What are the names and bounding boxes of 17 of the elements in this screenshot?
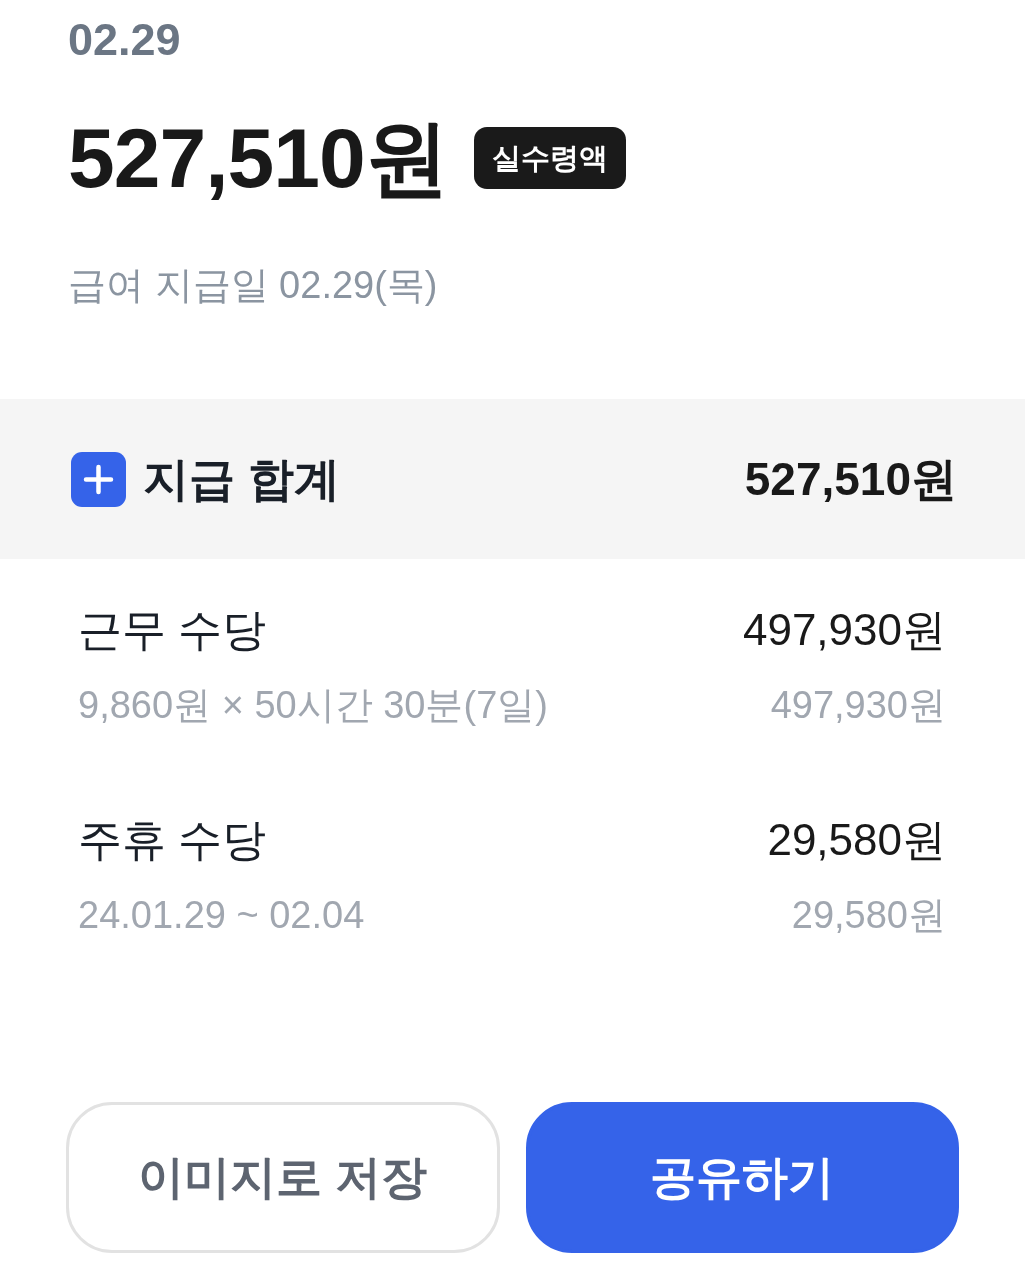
allowance-amount: 497,930원 (742, 604, 946, 656)
allowance-detail-amount: 497,930원 (770, 683, 946, 728)
net-pay-amount: 527,510원 (68, 110, 448, 207)
share-button[interactable]: 공유하기 (525, 1102, 959, 1253)
statement-date: 02.29 (68, 15, 182, 65)
save-image-button[interactable]: 이미지로 저장 (66, 1102, 500, 1253)
allowance-title: 근무 수당 (78, 604, 267, 656)
total-amount: 527,510원 (744, 452, 957, 507)
pay-date-text: 급여 지급일 02.29(목) (68, 263, 439, 308)
net-pay-badge: 실수령액 (473, 127, 626, 189)
allowance-detail-amount: 29,580원 (791, 893, 946, 938)
allowance-amount: 29,580원 (767, 814, 946, 866)
total-label: 지급 합계 (143, 452, 340, 507)
allowance-detail: 9,860원 × 50시간 30분(7일) (78, 683, 548, 728)
allowance-detail: 24.01.29 ~ 02.04 (78, 893, 365, 938)
allowance-title: 주휴 수당 (78, 814, 267, 866)
plus-icon (71, 451, 126, 507)
